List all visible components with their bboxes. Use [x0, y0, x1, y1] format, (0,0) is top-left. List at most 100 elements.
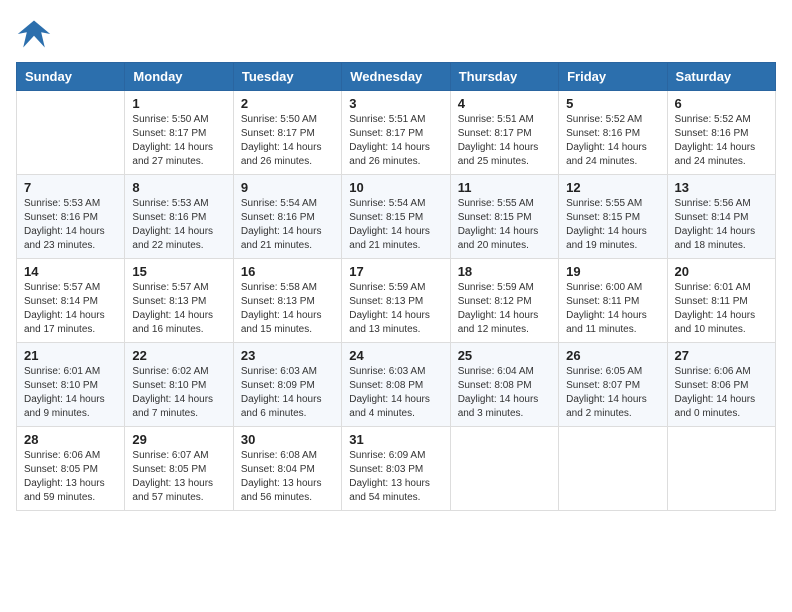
day-number: 9: [241, 180, 334, 195]
calendar-cell: 29Sunrise: 6:07 AM Sunset: 8:05 PM Dayli…: [125, 427, 233, 511]
column-header-sunday: Sunday: [17, 63, 125, 91]
day-number: 15: [132, 264, 225, 279]
day-info: Sunrise: 5:53 AM Sunset: 8:16 PM Dayligh…: [132, 197, 225, 253]
calendar-cell: 1Sunrise: 5:50 AM Sunset: 8:17 PM Daylig…: [125, 91, 233, 175]
day-number: 28: [24, 432, 117, 447]
calendar-cell: 14 Sunrise: 5:57 AM Sunset: 8:14 PM Dayli…: [17, 259, 125, 343]
calendar-cell: 15 Sunrise: 5:57 AM Sunset: 8:13 PM Dayli…: [125, 259, 233, 343]
calendar-cell: 18 Sunrise: 5:59 AM Sunset: 8:12 PM Dayli…: [450, 259, 558, 343]
day-number: 31: [349, 432, 442, 447]
day-number: 24: [349, 348, 442, 363]
calendar-cell: [17, 91, 125, 175]
calendar-cell: 30 Sunrise: 6:08 AM Sunset: 8:04 PM Dayli…: [233, 427, 341, 511]
column-header-saturday: Saturday: [667, 63, 775, 91]
day-info: Sunrise: 5:58 AM Sunset: 8:13 PM Dayligh…: [241, 281, 334, 337]
day-number: 16: [241, 264, 334, 279]
calendar-cell: [450, 427, 558, 511]
day-info: Sunrise: 6:06 AM Sunset: 8:05 PM Dayligh…: [24, 449, 117, 505]
day-number: 14: [24, 264, 117, 279]
calendar-week-row: 7 Sunrise: 5:53 AM Sunset: 8:16 PM Daylig…: [17, 175, 776, 259]
day-info: Sunrise: 5:53 AM Sunset: 8:16 PM Dayligh…: [24, 197, 117, 253]
day-number: 25: [458, 348, 551, 363]
page-header: [16, 16, 776, 52]
day-info: Sunrise: 5:55 AM Sunset: 8:15 PM Dayligh…: [566, 197, 659, 253]
day-number: 11: [458, 180, 551, 195]
day-number: 21: [24, 348, 117, 363]
calendar-cell: 23 Sunrise: 6:03 AM Sunset: 8:09 PM Dayli…: [233, 343, 341, 427]
day-info: Sunrise: 6:05 AM Sunset: 8:07 PM Dayligh…: [566, 365, 659, 421]
day-info: Sunrise: 6:02 AM Sunset: 8:10 PM Dayligh…: [132, 365, 225, 421]
calendar-week-row: 28 Sunrise: 6:06 AM Sunset: 8:05 PM Dayli…: [17, 427, 776, 511]
calendar-cell: 3 Sunrise: 5:51 AM Sunset: 8:17 PM Daylig…: [342, 91, 450, 175]
day-info: Sunrise: 6:04 AM Sunset: 8:08 PM Dayligh…: [458, 365, 551, 421]
day-info: Sunrise: 5:51 AM Sunset: 8:17 PM Dayligh…: [349, 113, 442, 169]
calendar-cell: [559, 427, 667, 511]
day-info: Sunrise: 5:50 AM Sunset: 8:17 PM Dayligh…: [241, 113, 334, 169]
calendar-cell: 16 Sunrise: 5:58 AM Sunset: 8:13 PM Dayli…: [233, 259, 341, 343]
calendar-cell: 19 Sunrise: 6:00 AM Sunset: 8:11 PM Dayli…: [559, 259, 667, 343]
day-info: Sunrise: 5:52 AM Sunset: 8:16 PM Dayligh…: [675, 113, 768, 169]
day-info: Sunrise: 5:51 AM Sunset: 8:17 PM Dayligh…: [458, 113, 551, 169]
day-info: Sunrise: 5:57 AM Sunset: 8:13 PM Dayligh…: [132, 281, 225, 337]
column-header-friday: Friday: [559, 63, 667, 91]
day-number: 22: [132, 348, 225, 363]
calendar-cell: [667, 427, 775, 511]
calendar-cell: 9Sunrise: 5:54 AM Sunset: 8:16 PM Daylig…: [233, 175, 341, 259]
day-number: 8: [132, 180, 225, 195]
column-header-wednesday: Wednesday: [342, 63, 450, 91]
calendar-cell: 28 Sunrise: 6:06 AM Sunset: 8:05 PM Dayli…: [17, 427, 125, 511]
calendar-cell: 22 Sunrise: 6:02 AM Sunset: 8:10 PM Dayli…: [125, 343, 233, 427]
day-info: Sunrise: 5:57 AM Sunset: 8:14 PM Dayligh…: [24, 281, 117, 337]
calendar-cell: 17 Sunrise: 5:59 AM Sunset: 8:13 PM Dayli…: [342, 259, 450, 343]
calendar-cell: 21 Sunrise: 6:01 AM Sunset: 8:10 PM Dayli…: [17, 343, 125, 427]
calendar-cell: 31Sunrise: 6:09 AM Sunset: 8:03 PM Dayli…: [342, 427, 450, 511]
day-info: Sunrise: 5:59 AM Sunset: 8:12 PM Dayligh…: [458, 281, 551, 337]
day-info: Sunrise: 5:56 AM Sunset: 8:14 PM Dayligh…: [675, 197, 768, 253]
day-info: Sunrise: 6:01 AM Sunset: 8:11 PM Dayligh…: [675, 281, 768, 337]
column-header-tuesday: Tuesday: [233, 63, 341, 91]
calendar-week-row: 14 Sunrise: 5:57 AM Sunset: 8:14 PM Dayli…: [17, 259, 776, 343]
day-number: 1: [132, 96, 225, 111]
day-number: 23: [241, 348, 334, 363]
calendar-cell: 20Sunrise: 6:01 AM Sunset: 8:11 PM Dayli…: [667, 259, 775, 343]
calendar-cell: 26Sunrise: 6:05 AM Sunset: 8:07 PM Dayli…: [559, 343, 667, 427]
day-number: 30: [241, 432, 334, 447]
calendar-cell: 8 Sunrise: 5:53 AM Sunset: 8:16 PM Daylig…: [125, 175, 233, 259]
column-header-monday: Monday: [125, 63, 233, 91]
day-number: 19: [566, 264, 659, 279]
day-info: Sunrise: 5:52 AM Sunset: 8:16 PM Dayligh…: [566, 113, 659, 169]
calendar-cell: 5Sunrise: 5:52 AM Sunset: 8:16 PM Daylig…: [559, 91, 667, 175]
calendar-cell: 11 Sunrise: 5:55 AM Sunset: 8:15 PM Dayli…: [450, 175, 558, 259]
column-header-thursday: Thursday: [450, 63, 558, 91]
day-number: 18: [458, 264, 551, 279]
day-number: 3: [349, 96, 442, 111]
day-info: Sunrise: 6:00 AM Sunset: 8:11 PM Dayligh…: [566, 281, 659, 337]
day-number: 13: [675, 180, 768, 195]
day-info: Sunrise: 6:08 AM Sunset: 8:04 PM Dayligh…: [241, 449, 334, 505]
day-number: 10: [349, 180, 442, 195]
logo-icon: [16, 16, 52, 52]
day-number: 29: [132, 432, 225, 447]
day-info: Sunrise: 6:03 AM Sunset: 8:09 PM Dayligh…: [241, 365, 334, 421]
calendar-cell: 12 Sunrise: 5:55 AM Sunset: 8:15 PM Dayli…: [559, 175, 667, 259]
logo: [16, 16, 56, 52]
day-number: 17: [349, 264, 442, 279]
day-number: 27: [675, 348, 768, 363]
calendar-cell: 4 Sunrise: 5:51 AM Sunset: 8:17 PM Daylig…: [450, 91, 558, 175]
calendar-cell: 6 Sunrise: 5:52 AM Sunset: 8:16 PM Daylig…: [667, 91, 775, 175]
day-number: 12: [566, 180, 659, 195]
calendar-cell: 25 Sunrise: 6:04 AM Sunset: 8:08 PM Dayli…: [450, 343, 558, 427]
day-info: Sunrise: 6:06 AM Sunset: 8:06 PM Dayligh…: [675, 365, 768, 421]
calendar-cell: 2Sunrise: 5:50 AM Sunset: 8:17 PM Daylig…: [233, 91, 341, 175]
day-info: Sunrise: 6:01 AM Sunset: 8:10 PM Dayligh…: [24, 365, 117, 421]
day-number: 6: [675, 96, 768, 111]
day-info: Sunrise: 5:55 AM Sunset: 8:15 PM Dayligh…: [458, 197, 551, 253]
day-info: Sunrise: 5:59 AM Sunset: 8:13 PM Dayligh…: [349, 281, 442, 337]
day-number: 4: [458, 96, 551, 111]
day-number: 7: [24, 180, 117, 195]
calendar-cell: 24Sunrise: 6:03 AM Sunset: 8:08 PM Dayli…: [342, 343, 450, 427]
calendar-header-row: SundayMondayTuesdayWednesdayThursdayFrid…: [17, 63, 776, 91]
calendar-cell: 27 Sunrise: 6:06 AM Sunset: 8:06 PM Dayli…: [667, 343, 775, 427]
day-info: Sunrise: 5:54 AM Sunset: 8:15 PM Dayligh…: [349, 197, 442, 253]
calendar-cell: 7 Sunrise: 5:53 AM Sunset: 8:16 PM Daylig…: [17, 175, 125, 259]
